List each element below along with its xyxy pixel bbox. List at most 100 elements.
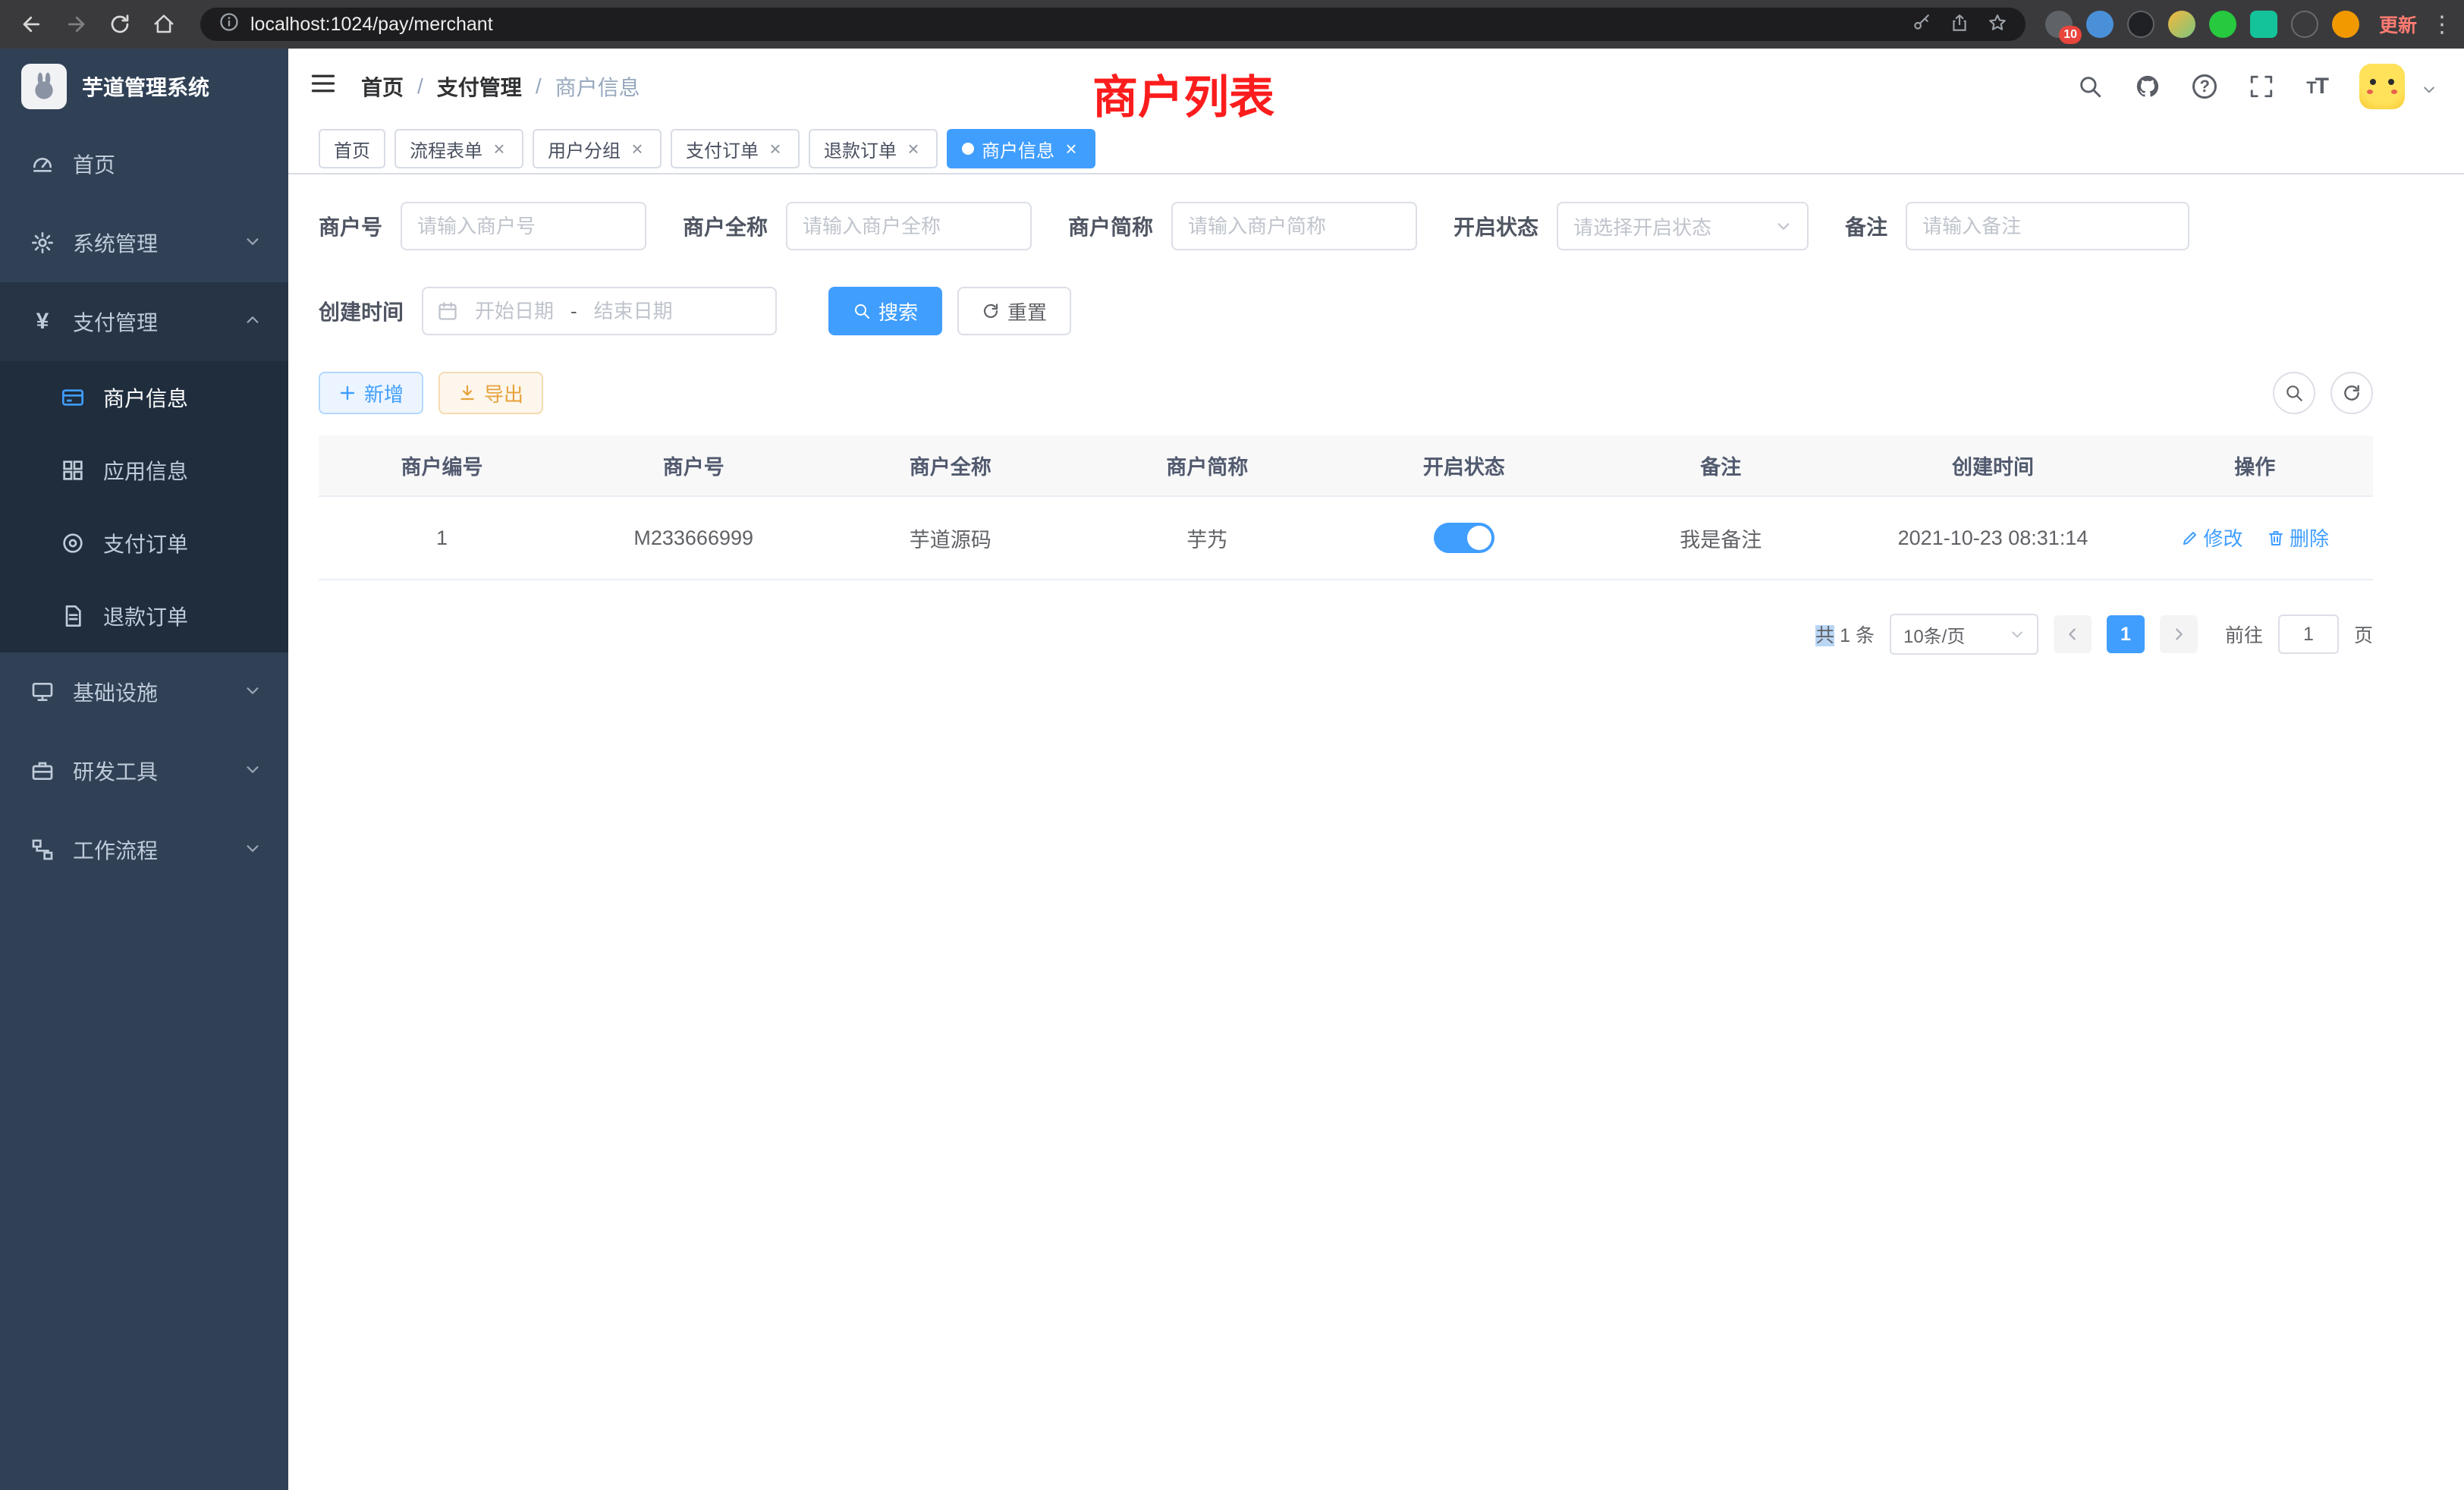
monitor-icon	[30, 680, 55, 704]
sidebar-item-merchant-info[interactable]: 商户信息	[0, 361, 288, 434]
profile-avatar-icon[interactable]	[2332, 11, 2359, 38]
hamburger-icon[interactable]	[310, 70, 337, 103]
delete-link[interactable]: 删除	[2267, 523, 2329, 552]
site-info-icon[interactable]	[218, 11, 240, 39]
field-remark: 备注	[1845, 202, 2189, 250]
browser-reload-icon[interactable]	[103, 8, 137, 41]
tab-home[interactable]: 首页	[319, 129, 385, 168]
reset-button[interactable]: 重置	[957, 287, 1071, 335]
page-size-select[interactable]: 10条/页	[1890, 614, 2038, 655]
rabbit-logo-icon	[21, 64, 67, 109]
sidebar-menu: 首页 系统管理 ¥ 支付管理 商户信息	[0, 124, 288, 1490]
extension-icon-pinwheel[interactable]	[2291, 11, 2318, 38]
export-button[interactable]: 导出	[438, 372, 543, 414]
extensions-puzzle-icon[interactable]: 10	[2045, 11, 2073, 38]
chevron-down-icon	[244, 838, 261, 862]
status-toggle[interactable]	[1434, 523, 1494, 553]
trash-icon	[2267, 529, 2285, 547]
chevron-down-icon	[1775, 218, 1792, 234]
fullscreen-icon[interactable]	[2249, 74, 2274, 99]
pagination-total: 共 1 条	[1815, 621, 1875, 648]
filter-row-2: 创建时间 - 搜索 重置	[319, 287, 2373, 335]
extension-icon-avatar[interactable]	[2168, 11, 2195, 38]
address-bar[interactable]: localhost:1024/pay/merchant	[200, 8, 2026, 41]
extension-badge: 10	[2059, 26, 2082, 44]
github-icon[interactable]	[2135, 74, 2161, 99]
close-icon[interactable]	[628, 139, 646, 159]
table-row: 1 M233666999 芋道源码 芋艿 我是备注 2021-10-23 08:…	[319, 496, 2373, 580]
close-icon[interactable]	[904, 139, 922, 159]
user-avatar[interactable]	[2359, 64, 2405, 109]
sidebar-item-infrastructure[interactable]: 基础设施	[0, 652, 288, 731]
tab-pay-order[interactable]: 支付订单	[671, 129, 800, 168]
app-logo[interactable]: 芋道管理系统	[0, 49, 288, 124]
remark-input[interactable]	[1906, 202, 2189, 250]
sidebar-item-system[interactable]: 系统管理	[0, 203, 288, 282]
field-merchant-no: 商户号	[319, 202, 646, 250]
tab-refund-order[interactable]: 退款订单	[809, 129, 938, 168]
page-number-1[interactable]: 1	[2107, 615, 2145, 653]
tab-process-form[interactable]: 流程表单	[394, 129, 523, 168]
merchant-no-input[interactable]	[401, 202, 646, 250]
next-page-button[interactable]	[2160, 615, 2198, 653]
browser-home-icon[interactable]	[147, 8, 181, 41]
refresh-icon	[982, 302, 1000, 320]
merchant-short-input[interactable]	[1171, 202, 1417, 250]
sidebar-item-dev-tools[interactable]: 研发工具	[0, 731, 288, 810]
sidebar-item-refund-order[interactable]: 退款订单	[0, 580, 288, 652]
browser-update-button[interactable]: 更新	[2379, 11, 2417, 38]
chevron-down-icon	[244, 680, 261, 704]
chevron-left-icon	[2064, 626, 2081, 643]
tab-merchant-info[interactable]: 商户信息	[947, 129, 1095, 168]
browser-back-icon[interactable]	[15, 8, 49, 41]
breadcrumb-payment[interactable]: 支付管理	[437, 71, 522, 102]
close-icon[interactable]	[490, 139, 508, 159]
toolbar-right-icons	[2273, 372, 2373, 414]
close-icon[interactable]	[1062, 139, 1080, 159]
breadcrumb-home[interactable]: 首页	[361, 71, 404, 102]
search-button[interactable]: 搜索	[828, 287, 942, 335]
status-select[interactable]: 请选择开启状态	[1557, 202, 1809, 250]
start-date-input[interactable]	[467, 300, 561, 323]
share-icon[interactable]	[1950, 11, 1969, 39]
sidebar-item-pay-order[interactable]: 支付订单	[0, 507, 288, 580]
field-merchant-short: 商户简称	[1068, 202, 1417, 250]
extension-icon-blue[interactable]	[2086, 11, 2114, 38]
prev-page-button[interactable]	[2054, 615, 2092, 653]
tab-user-group[interactable]: 用户分组	[533, 129, 662, 168]
create-time-range-picker[interactable]: -	[422, 287, 777, 335]
password-key-icon[interactable]	[1912, 11, 1931, 39]
sidebar-item-workflow[interactable]: 工作流程	[0, 810, 288, 889]
field-status: 开启状态 请选择开启状态	[1454, 202, 1809, 250]
sidebar-item-home[interactable]: 首页	[0, 124, 288, 203]
close-icon[interactable]	[766, 139, 784, 159]
sidebar-item-payment[interactable]: ¥ 支付管理	[0, 282, 288, 361]
breadcrumb: 首页 / 支付管理 / 商户信息	[361, 71, 640, 102]
red-annotation-merchant-list: 商户列表	[1092, 61, 1274, 127]
font-size-icon[interactable]	[2306, 74, 2327, 99]
edit-link[interactable]: 修改	[2181, 523, 2243, 552]
extension-icon-dark[interactable]	[2127, 11, 2154, 38]
url-text[interactable]: localhost:1024/pay/merchant	[250, 14, 1901, 36]
refresh-table-button[interactable]	[2330, 372, 2373, 414]
end-date-input[interactable]	[586, 300, 680, 323]
goto-page-input[interactable]	[2278, 615, 2339, 654]
cell-remark: 我是备注	[1592, 496, 1850, 580]
chevron-up-icon	[244, 310, 261, 334]
header-actions	[2077, 64, 2437, 109]
cell-merchant-id: 1	[319, 496, 565, 580]
browser-menu-kebab-icon[interactable]	[2431, 11, 2449, 38]
bookmark-star-icon[interactable]	[1988, 11, 2007, 39]
extension-icon-green-square[interactable]	[2250, 11, 2277, 38]
sidebar-item-app-info[interactable]: 应用信息	[0, 434, 288, 507]
add-button[interactable]: 新增	[319, 372, 423, 414]
avatar-dropdown-caret-icon[interactable]	[2422, 75, 2437, 103]
extension-icon-green-circle[interactable]	[2209, 11, 2236, 38]
cell-create-time: 2021-10-23 08:31:14	[1849, 496, 2136, 580]
browser-forward-icon[interactable]	[59, 8, 93, 41]
help-icon[interactable]	[2192, 74, 2217, 99]
download-icon	[458, 384, 476, 402]
toggle-search-button[interactable]	[2273, 372, 2315, 414]
merchant-name-input[interactable]	[786, 202, 1032, 250]
search-icon[interactable]	[2077, 74, 2103, 99]
